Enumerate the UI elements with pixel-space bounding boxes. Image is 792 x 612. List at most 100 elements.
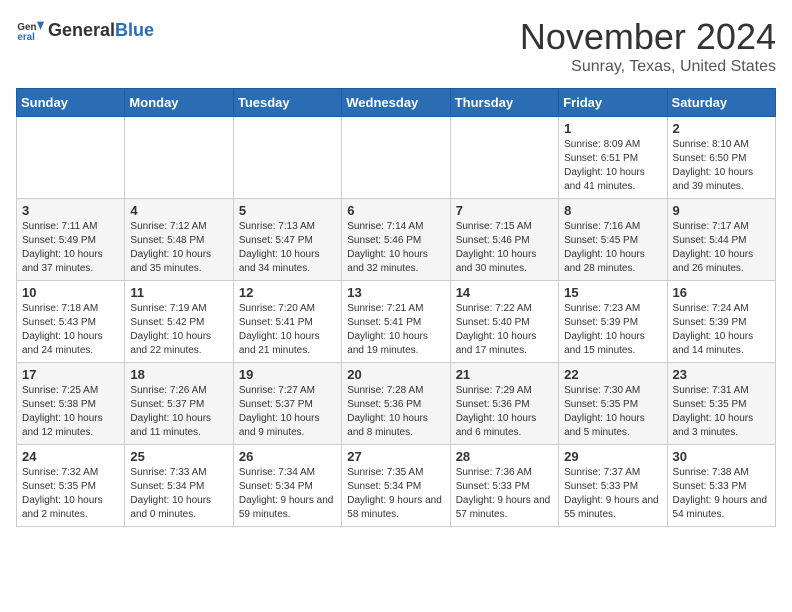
calendar-cell: 18 Sunrise: 7:26 AM Sunset: 5:37 PM Dayli… xyxy=(125,363,233,445)
calendar-cell: 27 Sunrise: 7:35 AM Sunset: 5:34 PM Dayli… xyxy=(342,445,450,527)
day-number: 4 xyxy=(130,203,227,218)
day-header-thursday: Thursday xyxy=(450,89,558,117)
day-info: Sunrise: 7:19 AM Sunset: 5:42 PM Dayligh… xyxy=(130,302,227,358)
calendar-cell: 20Sunrise: 7:28 AM Sunset: 5:36 PM Dayli… xyxy=(342,363,450,445)
day-number: 28 xyxy=(456,449,553,464)
calendar-cell: 23Sunrise: 7:31 AM Sunset: 5:35 PM Dayli… xyxy=(667,363,775,445)
day-number: 7 xyxy=(456,203,553,218)
day-info: Sunrise: 7:31 AM Sunset: 5:35 PM Dayligh… xyxy=(673,384,770,440)
day-number: 25 xyxy=(130,449,227,464)
day-info: Sunrise: 7:25 AM Sunset: 5:38 PM Dayligh… xyxy=(22,384,119,440)
day-info: Sunrise: 7:30 AM Sunset: 5:35 PM Dayligh… xyxy=(564,384,661,440)
calendar-table: SundayMondayTuesdayWednesdayThursdayFrid… xyxy=(16,88,776,527)
day-number: 30 xyxy=(673,449,770,464)
calendar-cell xyxy=(233,117,341,199)
calendar-cell: 28Sunrise: 7:36 AM Sunset: 5:33 PM Dayli… xyxy=(450,445,558,527)
day-info: Sunrise: 7:21 AM Sunset: 5:41 PM Dayligh… xyxy=(347,302,444,358)
day-number: 6 xyxy=(347,203,444,218)
logo-general: General xyxy=(48,20,115,40)
calendar-cell: 7Sunrise: 7:15 AM Sunset: 5:46 PM Daylig… xyxy=(450,199,558,281)
day-info: Sunrise: 7:13 AM Sunset: 5:47 PM Dayligh… xyxy=(239,220,336,276)
day-number: 26 xyxy=(239,449,336,464)
location-subtitle: Sunray, Texas, United States xyxy=(520,58,776,76)
day-header-monday: Monday xyxy=(125,89,233,117)
logo: Gen eral GeneralBlue xyxy=(16,16,154,44)
day-header-friday: Friday xyxy=(559,89,667,117)
calendar-cell xyxy=(125,117,233,199)
calendar-cell: 24Sunrise: 7:32 AM Sunset: 5:35 PM Dayli… xyxy=(17,445,125,527)
day-info: Sunrise: 7:29 AM Sunset: 5:36 PM Dayligh… xyxy=(456,384,553,440)
day-header-saturday: Saturday xyxy=(667,89,775,117)
month-title: November 2024 xyxy=(520,16,776,58)
calendar-cell: 2 Sunrise: 8:10 AM Sunset: 6:50 PM Daylig… xyxy=(667,117,775,199)
day-number: 24 xyxy=(22,449,119,464)
day-number: 12 xyxy=(239,285,336,300)
day-info: Sunrise: 7:22 AM Sunset: 5:40 PM Dayligh… xyxy=(456,302,553,358)
calendar-cell: 11 Sunrise: 7:19 AM Sunset: 5:42 PM Dayli… xyxy=(125,281,233,363)
day-info: Sunrise: 7:11 AM Sunset: 5:49 PM Dayligh… xyxy=(22,220,119,276)
day-header-tuesday: Tuesday xyxy=(233,89,341,117)
day-number: 16 xyxy=(673,285,770,300)
day-number: 3 xyxy=(22,203,119,218)
day-info: Sunrise: 7:26 AM Sunset: 5:37 PM Dayligh… xyxy=(130,384,227,440)
day-info: Sunrise: 7:24 AM Sunset: 5:39 PM Dayligh… xyxy=(673,302,770,358)
calendar-week-row: 17Sunrise: 7:25 AM Sunset: 5:38 PM Dayli… xyxy=(17,363,776,445)
day-info: Sunrise: 7:12 AM Sunset: 5:48 PM Dayligh… xyxy=(130,220,227,276)
day-number: 19 xyxy=(239,367,336,382)
calendar-cell: 16 Sunrise: 7:24 AM Sunset: 5:39 PM Dayli… xyxy=(667,281,775,363)
calendar-cell xyxy=(17,117,125,199)
svg-text:eral: eral xyxy=(17,32,35,43)
page-header: Gen eral GeneralBlue November 2024 Sunra… xyxy=(16,16,776,76)
day-number: 29 xyxy=(564,449,661,464)
calendar-cell: 6 Sunrise: 7:14 AM Sunset: 5:46 PM Daylig… xyxy=(342,199,450,281)
day-number: 21 xyxy=(456,367,553,382)
day-number: 10 xyxy=(22,285,119,300)
day-info: Sunrise: 7:14 AM Sunset: 5:46 PM Dayligh… xyxy=(347,220,444,276)
calendar-cell: 13 Sunrise: 7:21 AM Sunset: 5:41 PM Dayli… xyxy=(342,281,450,363)
calendar-cell xyxy=(342,117,450,199)
day-number: 18 xyxy=(130,367,227,382)
calendar-cell: 17Sunrise: 7:25 AM Sunset: 5:38 PM Dayli… xyxy=(17,363,125,445)
calendar-cell: 12Sunrise: 7:20 AM Sunset: 5:41 PM Dayli… xyxy=(233,281,341,363)
day-number: 8 xyxy=(564,203,661,218)
calendar-cell: 29 Sunrise: 7:37 AM Sunset: 5:33 PM Dayli… xyxy=(559,445,667,527)
calendar-cell: 9 Sunrise: 7:17 AM Sunset: 5:44 PM Daylig… xyxy=(667,199,775,281)
day-number: 1 xyxy=(564,121,661,136)
day-info: Sunrise: 7:17 AM Sunset: 5:44 PM Dayligh… xyxy=(673,220,770,276)
day-number: 5 xyxy=(239,203,336,218)
calendar-cell: 19 Sunrise: 7:27 AM Sunset: 5:37 PM Dayli… xyxy=(233,363,341,445)
calendar-cell: 8 Sunrise: 7:16 AM Sunset: 5:45 PM Daylig… xyxy=(559,199,667,281)
day-number: 14 xyxy=(456,285,553,300)
day-info: Sunrise: 8:10 AM Sunset: 6:50 PM Dayligh… xyxy=(673,138,770,194)
calendar-week-row: 24Sunrise: 7:32 AM Sunset: 5:35 PM Dayli… xyxy=(17,445,776,527)
title-area: November 2024 Sunray, Texas, United Stat… xyxy=(520,16,776,76)
calendar-week-row: 3 Sunrise: 7:11 AM Sunset: 5:49 PM Daylig… xyxy=(17,199,776,281)
day-info: Sunrise: 7:35 AM Sunset: 5:34 PM Dayligh… xyxy=(347,466,444,522)
calendar-week-row: 10 Sunrise: 7:18 AM Sunset: 5:43 PM Dayli… xyxy=(17,281,776,363)
calendar-cell: 15 Sunrise: 7:23 AM Sunset: 5:39 PM Dayli… xyxy=(559,281,667,363)
calendar-cell: 25 Sunrise: 7:33 AM Sunset: 5:34 PM Dayli… xyxy=(125,445,233,527)
calendar-cell: 21 Sunrise: 7:29 AM Sunset: 5:36 PM Dayli… xyxy=(450,363,558,445)
calendar-cell: 4 Sunrise: 7:12 AM Sunset: 5:48 PM Daylig… xyxy=(125,199,233,281)
day-number: 27 xyxy=(347,449,444,464)
day-number: 15 xyxy=(564,285,661,300)
day-info: Sunrise: 7:27 AM Sunset: 5:37 PM Dayligh… xyxy=(239,384,336,440)
day-number: 13 xyxy=(347,285,444,300)
day-number: 20 xyxy=(347,367,444,382)
logo-icon: Gen eral xyxy=(16,16,44,44)
calendar-cell: 5 Sunrise: 7:13 AM Sunset: 5:47 PM Daylig… xyxy=(233,199,341,281)
day-info: Sunrise: 7:33 AM Sunset: 5:34 PM Dayligh… xyxy=(130,466,227,522)
calendar-week-row: 1 Sunrise: 8:09 AM Sunset: 6:51 PM Daylig… xyxy=(17,117,776,199)
day-header-sunday: Sunday xyxy=(17,89,125,117)
calendar-cell: 3 Sunrise: 7:11 AM Sunset: 5:49 PM Daylig… xyxy=(17,199,125,281)
day-info: Sunrise: 7:23 AM Sunset: 5:39 PM Dayligh… xyxy=(564,302,661,358)
day-info: Sunrise: 7:16 AM Sunset: 5:45 PM Dayligh… xyxy=(564,220,661,276)
day-number: 9 xyxy=(673,203,770,218)
day-number: 11 xyxy=(130,285,227,300)
day-info: Sunrise: 7:18 AM Sunset: 5:43 PM Dayligh… xyxy=(22,302,119,358)
day-info: Sunrise: 8:09 AM Sunset: 6:51 PM Dayligh… xyxy=(564,138,661,194)
calendar-cell: 30Sunrise: 7:38 AM Sunset: 5:33 PM Dayli… xyxy=(667,445,775,527)
calendar-cell xyxy=(450,117,558,199)
day-number: 2 xyxy=(673,121,770,136)
day-info: Sunrise: 7:37 AM Sunset: 5:33 PM Dayligh… xyxy=(564,466,661,522)
